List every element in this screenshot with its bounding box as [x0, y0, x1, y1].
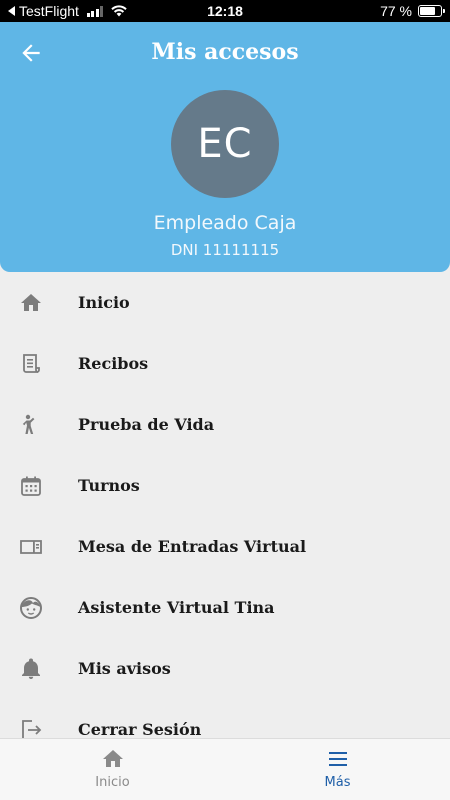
page-title: Mis accesos	[151, 39, 299, 65]
home-icon	[102, 750, 123, 767]
logout-icon	[0, 718, 78, 738]
menu-item-asistente-virtual[interactable]: Asistente Virtual Tina	[0, 577, 450, 638]
tab-inicio[interactable]: Inicio	[0, 739, 225, 800]
person-raising-hand-icon	[0, 413, 78, 437]
home-icon	[0, 291, 78, 315]
menu-item-mesa-de-entradas[interactable]: Mesa de Entradas Virtual	[0, 516, 450, 577]
avatar: EC	[171, 90, 279, 198]
menu-item-mis-avisos[interactable]: Mis avisos	[0, 638, 450, 699]
battery-percent: 77 %	[380, 3, 412, 19]
menu-item-label: Turnos	[78, 476, 140, 495]
status-bar: TestFlight 12:18 77 %	[0, 0, 450, 22]
avatar-initials: EC	[197, 121, 253, 167]
menu-icon	[328, 752, 347, 766]
menu-item-label: Prueba de Vida	[78, 415, 215, 434]
status-right: 77 %	[380, 3, 445, 19]
calendar-icon	[0, 474, 78, 498]
menu-item-cerrar-sesion[interactable]: Cerrar Sesión	[0, 699, 450, 738]
menu-item-label: Asistente Virtual Tina	[78, 598, 275, 617]
inbox-tray-icon	[0, 535, 78, 559]
menu-item-label: Cerrar Sesión	[78, 720, 202, 738]
menu-item-turnos[interactable]: Turnos	[0, 455, 450, 516]
menu-item-label: Recibos	[78, 354, 149, 373]
profile-header: Mis accesos EC Empleado Caja DNI 1111111…	[0, 22, 450, 272]
access-menu: Inicio Recibos Prueba de Vida Turnos Mes…	[0, 272, 450, 738]
menu-item-prueba-de-vida[interactable]: Prueba de Vida	[0, 394, 450, 455]
menu-item-label: Mesa de Entradas Virtual	[78, 537, 307, 556]
user-dni: DNI 11111115	[170, 241, 280, 259]
menu-item-label: Mis avisos	[78, 659, 171, 678]
bottom-tab-bar: Inicio Más	[0, 738, 450, 800]
assistant-face-icon	[0, 596, 78, 620]
menu-item-recibos[interactable]: Recibos	[0, 333, 450, 394]
bell-icon	[0, 657, 78, 681]
user-name: Empleado Caja	[153, 212, 297, 234]
battery-icon	[418, 5, 445, 17]
menu-item-inicio[interactable]: Inicio	[0, 272, 450, 333]
menu-item-label: Inicio	[78, 293, 130, 312]
receipt-icon	[0, 352, 78, 376]
tab-label: Inicio	[95, 775, 130, 790]
tab-label: Más	[324, 775, 351, 790]
tab-mas[interactable]: Más	[225, 739, 450, 800]
